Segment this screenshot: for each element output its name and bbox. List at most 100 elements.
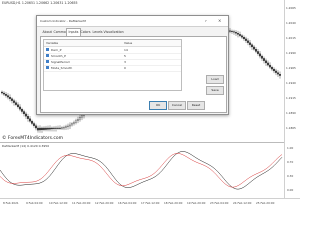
candle-body <box>15 102 17 105</box>
candle-body <box>49 127 51 130</box>
candle-body <box>27 116 29 119</box>
table-row[interactable]: Mode_Smooth 0 <box>44 65 181 72</box>
close-icon[interactable]: × <box>218 18 221 23</box>
dialog-titlebar[interactable]: Custom Indicator - DeMarkerM ? × <box>37 16 228 27</box>
candle-body <box>237 33 239 35</box>
candle-body <box>43 127 45 130</box>
candle-body <box>229 30 231 32</box>
cancel-button[interactable]: Cancel <box>168 101 186 110</box>
price-axis[interactable]: 1.2065 1.2040 1.2015 1.1990 1.1965 1.1940 1.19… <box>284 0 301 198</box>
candle-body <box>25 113 27 117</box>
candle-body <box>7 95 9 98</box>
dialog-title: Custom Indicator - DeMarkerM <box>40 19 86 23</box>
candle-body <box>31 120 33 124</box>
candle-body <box>255 49 257 52</box>
candle-body <box>71 123 73 126</box>
candle-body <box>247 40 249 43</box>
parameter-icon <box>46 66 49 69</box>
candle-body <box>263 58 265 61</box>
candle-body <box>9 96 11 99</box>
candle-body <box>33 123 35 126</box>
candle-body <box>79 117 81 120</box>
indicator-axis-label: 1.00 <box>287 146 294 150</box>
time-axis-label: 12 Feb 20:00 <box>95 200 114 205</box>
candle-body <box>19 106 21 110</box>
row-variable: Mode_Smooth <box>51 66 73 71</box>
row-variable: SignalPeriod <box>51 60 70 65</box>
candle-body <box>5 94 7 96</box>
candle-body <box>259 53 261 57</box>
candle-body <box>61 127 63 129</box>
candle-body <box>69 124 71 127</box>
candle-body <box>51 127 53 130</box>
candle-body <box>279 74 281 76</box>
price-axis-label: 1.1940 <box>286 81 296 85</box>
candle-body <box>77 119 79 122</box>
parameter-icon <box>46 48 49 51</box>
price-axis-label: 1.1990 <box>286 51 296 55</box>
candle-body <box>275 70 277 73</box>
candle-body <box>241 35 243 38</box>
candle-body <box>249 42 251 45</box>
candle-body <box>245 38 247 41</box>
candle-body <box>3 92 5 95</box>
parameter-icon <box>46 60 49 63</box>
save-button[interactable]: Save <box>206 86 224 95</box>
help-icon[interactable]: ? <box>205 19 207 23</box>
candle-body <box>271 66 273 70</box>
indicator-axis-label: 0.00 <box>287 188 294 192</box>
candle-body <box>23 111 25 115</box>
candle-body <box>39 127 41 131</box>
candle-body <box>75 120 77 123</box>
candle-body <box>65 126 67 128</box>
row-variable: Dem_P <box>51 48 62 53</box>
price-axis-label: 1.2015 <box>286 36 296 40</box>
price-axis-label: 1.2040 <box>286 21 296 25</box>
reset-button[interactable]: Reset <box>187 101 205 110</box>
candle-body <box>13 100 15 103</box>
time-axis[interactable]: 8 Feb 2021 9 Feb 04:00 10 Feb 12:00 11 Feb … <box>0 198 300 207</box>
row-value[interactable]: 5 <box>124 54 126 58</box>
price-axis-label: 1.2065 <box>286 6 296 10</box>
candle-body <box>37 127 39 131</box>
header-variable: Variable <box>46 41 59 46</box>
indicator-axis-label: 0.70 <box>287 160 294 164</box>
candle-body <box>253 46 255 50</box>
candle-body <box>261 55 263 59</box>
load-button[interactable]: Load <box>206 75 224 84</box>
candle-body <box>67 125 69 127</box>
candle-body <box>251 44 253 48</box>
candle-body <box>17 104 19 108</box>
time-axis-label: 17 Feb 12:00 <box>141 200 160 205</box>
candle-body <box>267 62 269 66</box>
row-value[interactable]: 3 <box>124 60 126 64</box>
ok-button[interactable]: OK <box>149 101 167 110</box>
time-axis-label: 10 Feb 12:00 <box>49 200 68 205</box>
candle-body <box>277 72 279 75</box>
candle-body <box>63 127 65 129</box>
row-value[interactable]: 0 <box>124 66 126 70</box>
candle-body <box>1 91 3 94</box>
candle-body <box>57 127 59 129</box>
candle-body <box>41 127 43 131</box>
candle-body <box>269 64 271 68</box>
time-axis-label: 25 Feb 20:00 <box>256 200 275 205</box>
time-axis-label: 16 Feb 04:00 <box>118 200 137 205</box>
indicator-pane <box>0 151 283 190</box>
parameter-icon <box>46 54 49 57</box>
price-axis-label: 1.1965 <box>286 66 296 70</box>
time-axis-label: 8 Feb 2021 <box>3 200 19 205</box>
time-axis-label: 24 Feb 12:00 <box>233 200 252 205</box>
row-value[interactable]: 14 <box>124 48 128 52</box>
indicator-axis-label: 0.30 <box>287 174 294 178</box>
candle-body <box>265 60 267 64</box>
candle-body <box>235 32 237 34</box>
row-variable: Smooth_P <box>51 54 66 59</box>
watermark: © ForexMT4Indicators.com <box>2 136 63 141</box>
candle-body <box>273 68 275 72</box>
time-axis-label: 11 Feb 20:00 <box>72 200 91 205</box>
table-header: Variable Value <box>44 40 181 47</box>
candle-body <box>59 127 61 129</box>
time-axis-label: 9 Feb 04:00 <box>26 200 43 205</box>
time-axis-label: 19 Feb 20:00 <box>187 200 206 205</box>
